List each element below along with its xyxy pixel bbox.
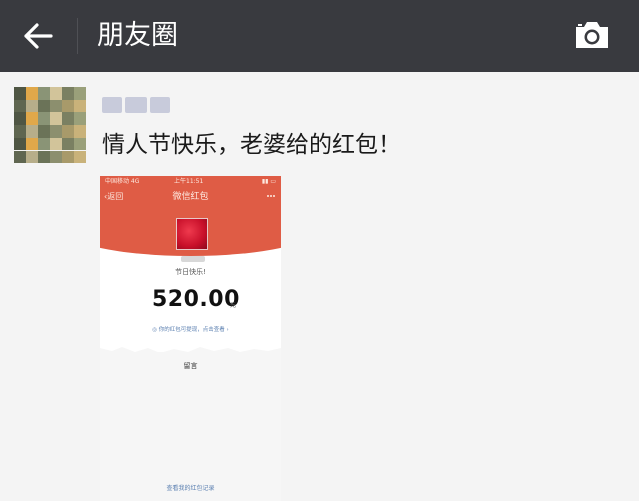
page-title: 朋友圈: [97, 20, 178, 51]
red-packet-note: ◎ 你的红包可提现，点击查看 ›: [152, 327, 229, 333]
reply-label: 留言: [183, 362, 198, 370]
sender-avatar: [176, 218, 208, 250]
red-packet-amount: 520.00: [152, 287, 240, 312]
status-battery: ▮▮ ▭: [261, 178, 276, 185]
arrow-left-icon: [24, 23, 53, 49]
red-packet-history-link: 查看我的红包记录: [166, 485, 215, 492]
back-button[interactable]: [18, 18, 58, 54]
status-carrier: 中国移动 4G: [105, 178, 140, 185]
sender-name-blurred: [181, 256, 205, 262]
header-divider: [77, 18, 78, 54]
phone-status-bar: 中国移动 4G 上午11:51 ▮▮ ▭: [100, 176, 281, 188]
post-image-red-packet-screenshot[interactable]: 中国移动 4G 上午11:51 ▮▮ ▭ ‹返回 微信红包 节日快乐! 520.…: [100, 176, 281, 501]
avatar[interactable]: [14, 87, 86, 163]
username-blurred[interactable]: [102, 94, 174, 116]
top-bar: 朋友圈: [0, 0, 639, 72]
red-packet-title: 微信红包: [172, 192, 209, 202]
camera-button[interactable]: [570, 17, 614, 53]
post-text: 情人节快乐，老婆给的红包！: [102, 132, 401, 158]
red-packet-lower-area: [100, 352, 281, 501]
red-packet-greeting: 节日快乐!: [175, 268, 206, 276]
torn-edge: [100, 347, 281, 358]
more-icon: [267, 195, 275, 197]
status-time: 上午11:51: [174, 178, 204, 185]
red-packet-unit: 元: [230, 302, 237, 309]
camera-icon: [576, 22, 608, 48]
